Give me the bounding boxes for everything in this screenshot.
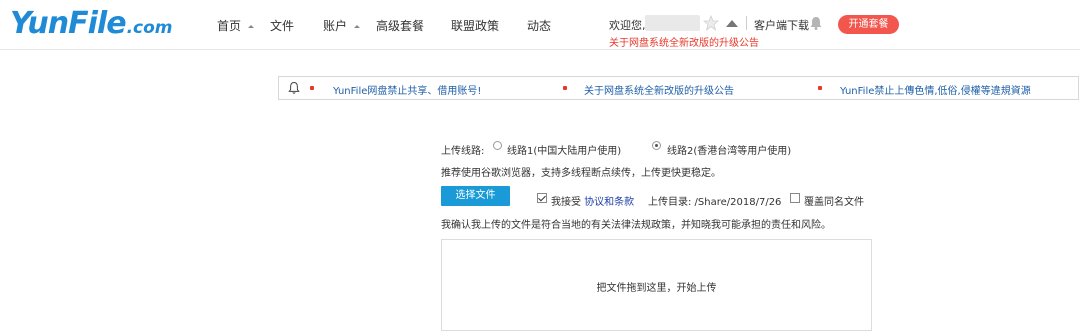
notice-bullet <box>310 86 314 90</box>
notice-bar: YunFile网盘禁止共享、借用账号! 关于网盘系统全新改版的升级公告 YunF… <box>278 76 1079 100</box>
notice-item[interactable]: YunFile网盘禁止共享、借用账号! <box>333 82 481 97</box>
nav-news-label: 动态 <box>527 19 552 33</box>
agree-checkbox[interactable] <box>537 193 547 203</box>
agree-text: 我接受 协议和条款 <box>551 193 634 208</box>
nav-account[interactable]: 账户 <box>323 18 361 34</box>
nav-alliance[interactable]: 联盟政策 <box>451 18 499 34</box>
welcome-text: 欢迎您, <box>609 19 646 32</box>
bell-icon <box>288 81 300 94</box>
route-1-radio[interactable] <box>493 141 502 150</box>
agree-prefix: 我接受 <box>551 197 581 208</box>
choose-file-button[interactable]: 选择文件 <box>441 186 510 206</box>
browser-tip: 推荐使用谷歌浏览器，支持多线程断点续传，上传更快更稳定。 <box>441 168 721 179</box>
top-header: YunFile .com 首页 文件 账户 高级套餐 联盟政策 动态 欢迎您, … <box>0 0 1080 50</box>
notification-bell-icon[interactable] <box>808 15 824 31</box>
nav-home[interactable]: 首页 <box>217 18 255 34</box>
overwrite-label[interactable]: 覆盖同名文件 <box>804 193 864 208</box>
nav-files[interactable]: 文件 <box>270 18 294 34</box>
client-download-link[interactable]: 客户端下载 <box>754 17 809 33</box>
logo-brand: YunFile <box>10 6 127 41</box>
header-divider <box>746 16 747 30</box>
announcement-link[interactable]: 关于网盘系统全新改版的升级公告 <box>609 34 759 49</box>
caret-up-icon[interactable] <box>726 20 738 27</box>
route-2-radio[interactable] <box>652 141 661 150</box>
nav-premium[interactable]: 高级套餐 <box>376 18 424 34</box>
nav-account-label: 账户 <box>323 19 348 33</box>
route-label: 上传线路: <box>441 146 485 157</box>
chevron-up-icon <box>354 24 361 28</box>
confirm-text: 我确认我上传的文件是符合当地的有关法律法规政策，并知晓我可能承担的责任和风险。 <box>441 220 831 231</box>
upload-directory: 上传目录: /Share/2018/7/26 <box>648 197 782 208</box>
notice-item[interactable]: 关于网盘系统全新改版的升级公告 <box>584 82 734 97</box>
chevron-up-icon <box>248 24 255 28</box>
nav-premium-label: 高级套餐 <box>376 19 425 33</box>
terms-link[interactable]: 协议和条款 <box>584 197 634 208</box>
nav-news[interactable]: 动态 <box>527 18 551 34</box>
nav-alliance-label: 联盟政策 <box>451 19 500 33</box>
route-1-label[interactable]: 线路1(中国大陆用户使用) <box>507 142 621 157</box>
route-2-label[interactable]: 线路2(香港台湾等用户使用) <box>667 142 791 157</box>
overwrite-checkbox[interactable] <box>790 193 800 203</box>
nav-files-label: 文件 <box>270 19 295 33</box>
vip-badge-icon[interactable] <box>703 15 719 31</box>
notice-item[interactable]: YunFile禁止上傳色情,低俗,侵權等違規資源 <box>840 82 1031 97</box>
yunfile-logo[interactable]: YunFile .com <box>10 8 173 40</box>
notice-bullet <box>563 86 567 90</box>
masked-username <box>645 15 700 31</box>
logo-tld: .com <box>126 18 173 38</box>
dropzone-text: 把文件拖到这里，开始上传 <box>596 283 717 294</box>
nav-home-label: 首页 <box>217 19 242 33</box>
notice-bullet <box>818 86 822 90</box>
upload-dropzone[interactable]: 把文件拖到这里，开始上传 <box>441 239 872 331</box>
open-package-button[interactable]: 开通套餐 <box>838 15 899 34</box>
